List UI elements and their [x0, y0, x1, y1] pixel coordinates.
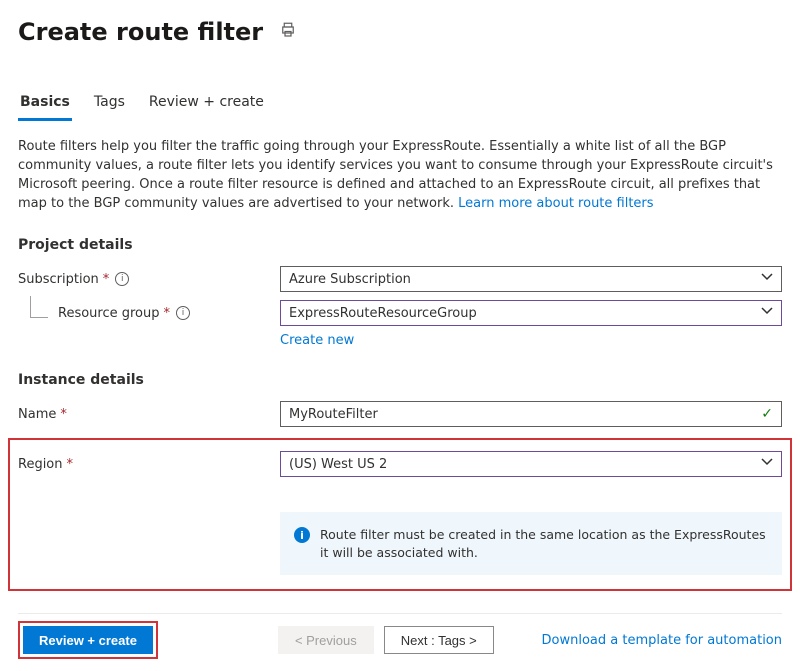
tab-basics[interactable]: Basics [18, 86, 72, 121]
label-subscription-text: Subscription [18, 272, 99, 287]
subscription-value: Azure Subscription [289, 272, 411, 287]
name-input[interactable]: MyRouteFilter ✓ [280, 401, 782, 427]
form-content: Route filters help you filter the traffi… [0, 122, 800, 614]
highlight-review-create: Review + create [18, 621, 158, 659]
info-panel-text: Route filter must be created in the same… [320, 526, 768, 561]
check-icon: ✓ [761, 406, 773, 422]
highlight-region: Region * (US) West US 2 i Route filter m… [8, 438, 792, 591]
chevron-down-icon [761, 271, 773, 287]
create-new-link[interactable]: Create new [280, 333, 782, 348]
info-icon[interactable]: i [115, 272, 129, 286]
tabs-bar: Basics Tags Review + create [0, 86, 800, 122]
divider [18, 613, 782, 614]
label-resource-group-text: Resource group [58, 306, 160, 321]
row-resource-group: Resource group * i ExpressRouteResourceG… [18, 299, 782, 327]
label-resource-group: Resource group * i [18, 306, 280, 321]
section-instance-details: Instance details [18, 372, 782, 388]
resource-group-dropdown[interactable]: ExpressRouteResourceGroup [280, 300, 782, 326]
label-region-text: Region [18, 457, 63, 472]
label-name: Name * [18, 407, 280, 422]
tab-tags[interactable]: Tags [92, 86, 127, 121]
page-header: Create route filter [0, 0, 800, 46]
section-project-details: Project details [18, 237, 782, 253]
learn-more-link[interactable]: Learn more about route filters [458, 196, 653, 211]
previous-button: < Previous [278, 626, 374, 654]
region-value: (US) West US 2 [289, 457, 387, 472]
region-dropdown[interactable]: (US) West US 2 [280, 451, 782, 477]
required-mark: * [164, 306, 171, 321]
info-panel: i Route filter must be created in the sa… [280, 512, 782, 575]
footer-bar: Review + create < Previous Next : Tags >… [0, 621, 800, 659]
chevron-down-icon [761, 456, 773, 472]
label-subscription: Subscription * i [18, 272, 280, 287]
review-create-button[interactable]: Review + create [23, 626, 153, 654]
row-name: Name * MyRouteFilter ✓ [18, 400, 782, 428]
info-icon[interactable]: i [176, 306, 190, 320]
subscription-dropdown[interactable]: Azure Subscription [280, 266, 782, 292]
name-value: MyRouteFilter [289, 407, 378, 422]
info-badge-icon: i [294, 527, 310, 543]
print-icon[interactable] [279, 21, 297, 43]
tab-review-create[interactable]: Review + create [147, 86, 266, 121]
indent-connector [30, 296, 48, 318]
label-region: Region * [18, 457, 280, 472]
page-title: Create route filter [18, 18, 263, 46]
next-button[interactable]: Next : Tags > [384, 626, 494, 654]
row-subscription: Subscription * i Azure Subscription [18, 265, 782, 293]
description-text: Route filters help you filter the traffi… [18, 138, 782, 213]
required-mark: * [67, 457, 74, 472]
resource-group-value: ExpressRouteResourceGroup [289, 306, 477, 321]
label-name-text: Name [18, 407, 56, 422]
description-body: Route filters help you filter the traffi… [18, 139, 773, 211]
required-mark: * [60, 407, 67, 422]
chevron-down-icon [761, 305, 773, 321]
required-mark: * [103, 272, 110, 287]
row-region: Region * (US) West US 2 [18, 450, 782, 478]
download-template-link[interactable]: Download a template for automation [542, 633, 782, 648]
